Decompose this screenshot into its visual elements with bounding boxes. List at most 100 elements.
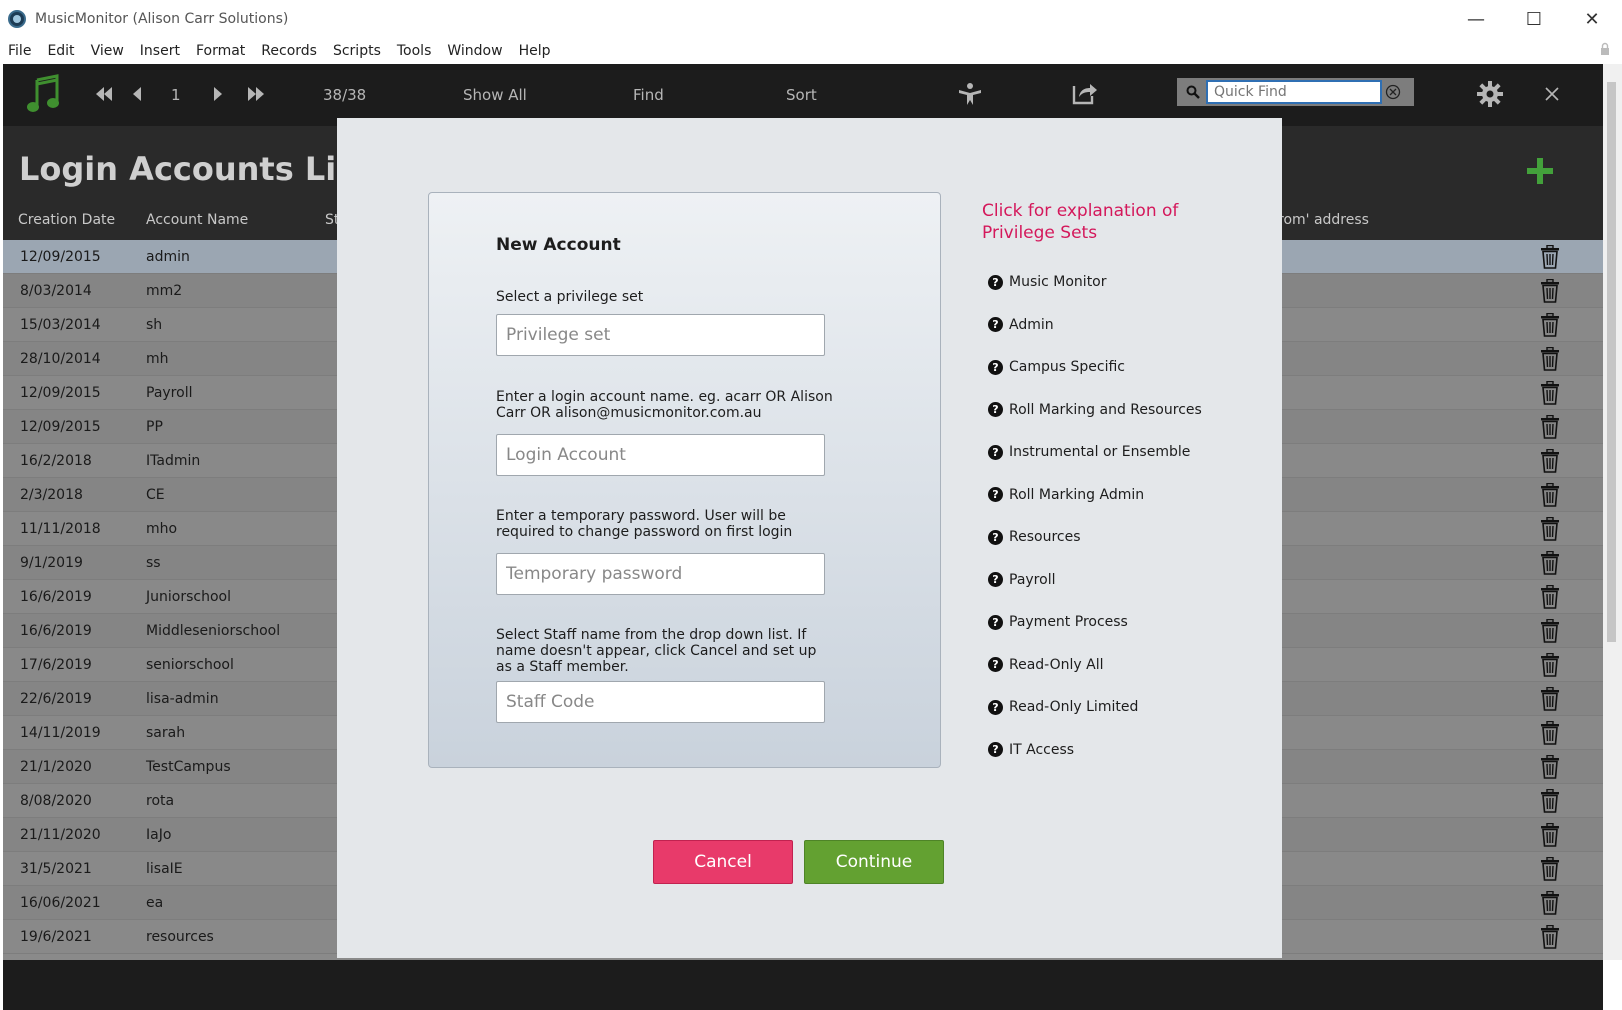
delete-trash-icon[interactable] (1539, 822, 1561, 847)
help-question-icon[interactable]: ? (988, 317, 1003, 332)
delete-trash-icon[interactable] (1539, 788, 1561, 813)
creation-date-cell: 28/10/2014 (20, 351, 101, 367)
close-icon[interactable] (1545, 87, 1559, 101)
staff-code-field[interactable] (496, 681, 825, 723)
column-header-account-name[interactable]: Account Name (146, 212, 248, 228)
sort-button[interactable]: Sort (786, 64, 817, 126)
privilege-set-link[interactable]: ? Music Monitor (988, 273, 1107, 291)
menu-bar: File Edit View Insert Format Records Scr… (0, 38, 1622, 64)
delete-trash-icon[interactable] (1539, 448, 1561, 473)
delete-trash-icon[interactable] (1539, 652, 1561, 677)
delete-trash-icon[interactable] (1539, 278, 1561, 303)
creation-date-cell: 21/11/2020 (20, 827, 101, 843)
next-record-icon[interactable] (213, 87, 223, 101)
last-record-icon[interactable] (247, 87, 265, 101)
delete-trash-icon[interactable] (1539, 924, 1561, 949)
help-question-icon[interactable]: ? (988, 529, 1003, 545)
delete-trash-icon[interactable] (1539, 244, 1561, 269)
current-record-number[interactable]: 1 (171, 64, 181, 126)
cancel-button[interactable]: Cancel (653, 840, 793, 884)
privilege-set-link[interactable]: ? Resources (988, 528, 1081, 546)
menu-scripts[interactable]: Scripts (325, 38, 389, 64)
find-button[interactable]: Find (633, 64, 664, 126)
menu-edit[interactable]: Edit (39, 38, 82, 64)
menu-help[interactable]: Help (511, 38, 559, 64)
maximize-button[interactable]: ☐ (1505, 0, 1563, 38)
privilege-set-link[interactable]: ? IT Access (988, 741, 1074, 759)
privilege-set-link[interactable]: ? Roll Marking and Resources (988, 401, 1202, 419)
account-name-cell: mh (146, 351, 169, 367)
accessibility-icon[interactable] (957, 81, 983, 107)
delete-trash-icon[interactable] (1539, 346, 1561, 371)
privilege-set-link[interactable]: ? Roll Marking Admin (988, 486, 1144, 504)
scrollbar-thumb[interactable] (1607, 82, 1616, 642)
delete-trash-icon[interactable] (1539, 754, 1561, 779)
menu-format[interactable]: Format (188, 38, 253, 64)
help-question-icon[interactable]: ? (988, 402, 1003, 417)
privilege-set-field[interactable] (496, 314, 825, 356)
privilege-set-link[interactable]: ? Campus Specific (988, 358, 1125, 376)
add-account-button[interactable] (1527, 158, 1553, 184)
close-window-button[interactable]: ✕ (1563, 0, 1621, 38)
help-question-icon[interactable]: ? (988, 444, 1003, 460)
delete-trash-icon[interactable] (1539, 720, 1561, 745)
help-question-icon[interactable]: ? (988, 572, 1003, 587)
menu-insert[interactable]: Insert (132, 38, 188, 64)
creation-date-cell: 16/06/2021 (20, 895, 101, 911)
privilege-set-label: Payroll (1009, 571, 1056, 588)
menu-view[interactable]: View (83, 38, 132, 64)
help-question-icon[interactable]: ? (988, 699, 1003, 715)
vertical-scrollbar[interactable] (1603, 64, 1622, 960)
creation-date-cell: 12/09/2015 (20, 249, 101, 265)
delete-trash-icon[interactable] (1539, 686, 1561, 711)
help-question-icon[interactable]: ? (988, 742, 1003, 757)
help-question-icon[interactable]: ? (988, 274, 1003, 290)
delete-trash-icon[interactable] (1539, 550, 1561, 575)
privilege-set-link[interactable]: ? Read-Only All (988, 656, 1104, 674)
delete-trash-icon[interactable] (1539, 312, 1561, 337)
password-label: Enter a temporary password. User will be… (496, 508, 793, 540)
help-question-icon[interactable]: ? (988, 614, 1003, 630)
delete-trash-icon[interactable] (1539, 414, 1561, 439)
show-all-button[interactable]: Show All (463, 64, 527, 126)
delete-trash-icon[interactable] (1539, 516, 1561, 541)
privilege-label: Select a privilege set (496, 289, 644, 305)
delete-trash-icon[interactable] (1539, 890, 1561, 915)
privilege-set-label: Music Monitor (1009, 274, 1107, 290)
quick-find-input[interactable] (1206, 80, 1382, 104)
search-icon[interactable] (1180, 81, 1206, 103)
menu-tools[interactable]: Tools (389, 38, 440, 64)
menu-records[interactable]: Records (253, 38, 325, 64)
column-header-from-address[interactable]: rom' address (1278, 212, 1369, 228)
privilege-set-link[interactable]: ? Read-Only Limited (988, 698, 1138, 716)
creation-date-cell: 16/6/2019 (20, 589, 92, 605)
creation-date-cell: 8/03/2014 (20, 283, 92, 299)
share-export-icon[interactable] (1071, 80, 1099, 106)
menu-file[interactable]: File (0, 38, 39, 64)
first-record-icon[interactable] (95, 87, 113, 101)
delete-trash-icon[interactable] (1539, 584, 1561, 609)
temporary-password-field[interactable] (496, 553, 825, 595)
continue-button[interactable]: Continue (804, 840, 944, 884)
gear-icon[interactable] (1477, 81, 1503, 107)
login-account-field[interactable] (496, 434, 825, 476)
privilege-set-link[interactable]: ? Admin (988, 316, 1054, 334)
privilege-set-link[interactable]: ? Payroll (988, 571, 1055, 589)
account-name-cell: sh (146, 317, 163, 333)
help-question-icon[interactable]: ? (988, 359, 1003, 375)
menu-window[interactable]: Window (439, 38, 510, 64)
help-question-icon[interactable]: ? (988, 657, 1003, 672)
privilege-set-link[interactable]: ? Instrumental or Ensemble (988, 443, 1190, 461)
column-header-creation-date[interactable]: Creation Date (18, 212, 115, 228)
privilege-set-link[interactable]: ? Payment Process (988, 613, 1128, 631)
app-logo-icon (8, 10, 26, 28)
staff-label: Select Staff name from the drop down lis… (496, 627, 817, 675)
clear-search-icon[interactable] (1382, 81, 1404, 103)
delete-trash-icon[interactable] (1539, 482, 1561, 507)
delete-trash-icon[interactable] (1539, 380, 1561, 405)
delete-trash-icon[interactable] (1539, 856, 1561, 881)
previous-record-icon[interactable] (132, 87, 142, 101)
minimize-button[interactable]: — (1447, 0, 1505, 38)
delete-trash-icon[interactable] (1539, 618, 1561, 643)
help-question-icon[interactable]: ? (988, 487, 1003, 502)
